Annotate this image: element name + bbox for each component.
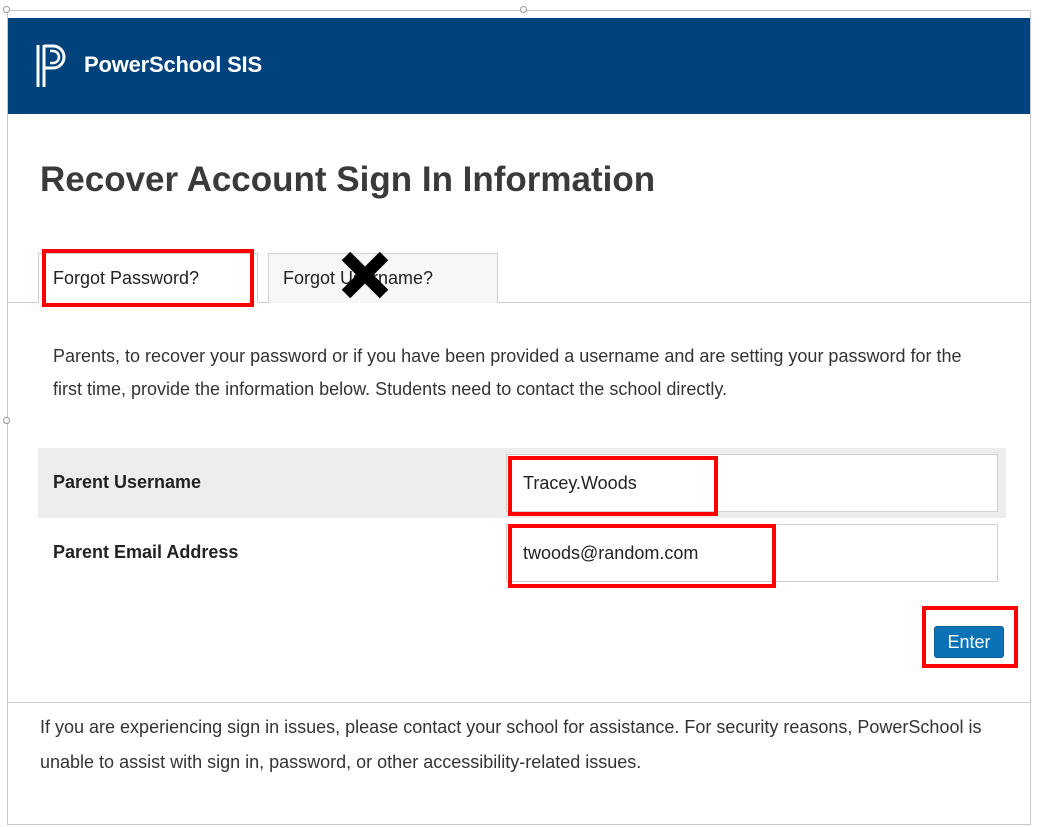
page-title: Recover Account Sign In Information [40, 160, 656, 199]
email-label: Parent Email Address [53, 542, 239, 562]
x-mark-icon [341, 252, 389, 298]
enter-button[interactable]: Enter [934, 626, 1004, 658]
brand-name: PowerSchool SIS [84, 52, 262, 77]
footer-divider [8, 702, 1030, 703]
username-label: Parent Username [53, 472, 202, 492]
username-input[interactable] [506, 454, 998, 512]
instructions-text: Parents, to recover your password or if … [53, 346, 962, 399]
powerschool-logo-icon [36, 44, 66, 87]
resize-handle-left[interactable] [3, 417, 10, 424]
resize-handle-top[interactable] [520, 6, 527, 13]
tab-forgot-password[interactable]: Forgot Password? [38, 253, 258, 303]
resize-handle-top-left[interactable] [3, 6, 10, 13]
footer-text: If you are experiencing sign in issues, … [40, 717, 982, 772]
email-row: Parent Email Address [38, 518, 1006, 588]
tab-label: Forgot Password? [53, 268, 200, 288]
app-header: PowerSchool SIS [8, 18, 1030, 114]
email-input[interactable] [506, 524, 998, 582]
username-row: Parent Username [38, 448, 1006, 518]
